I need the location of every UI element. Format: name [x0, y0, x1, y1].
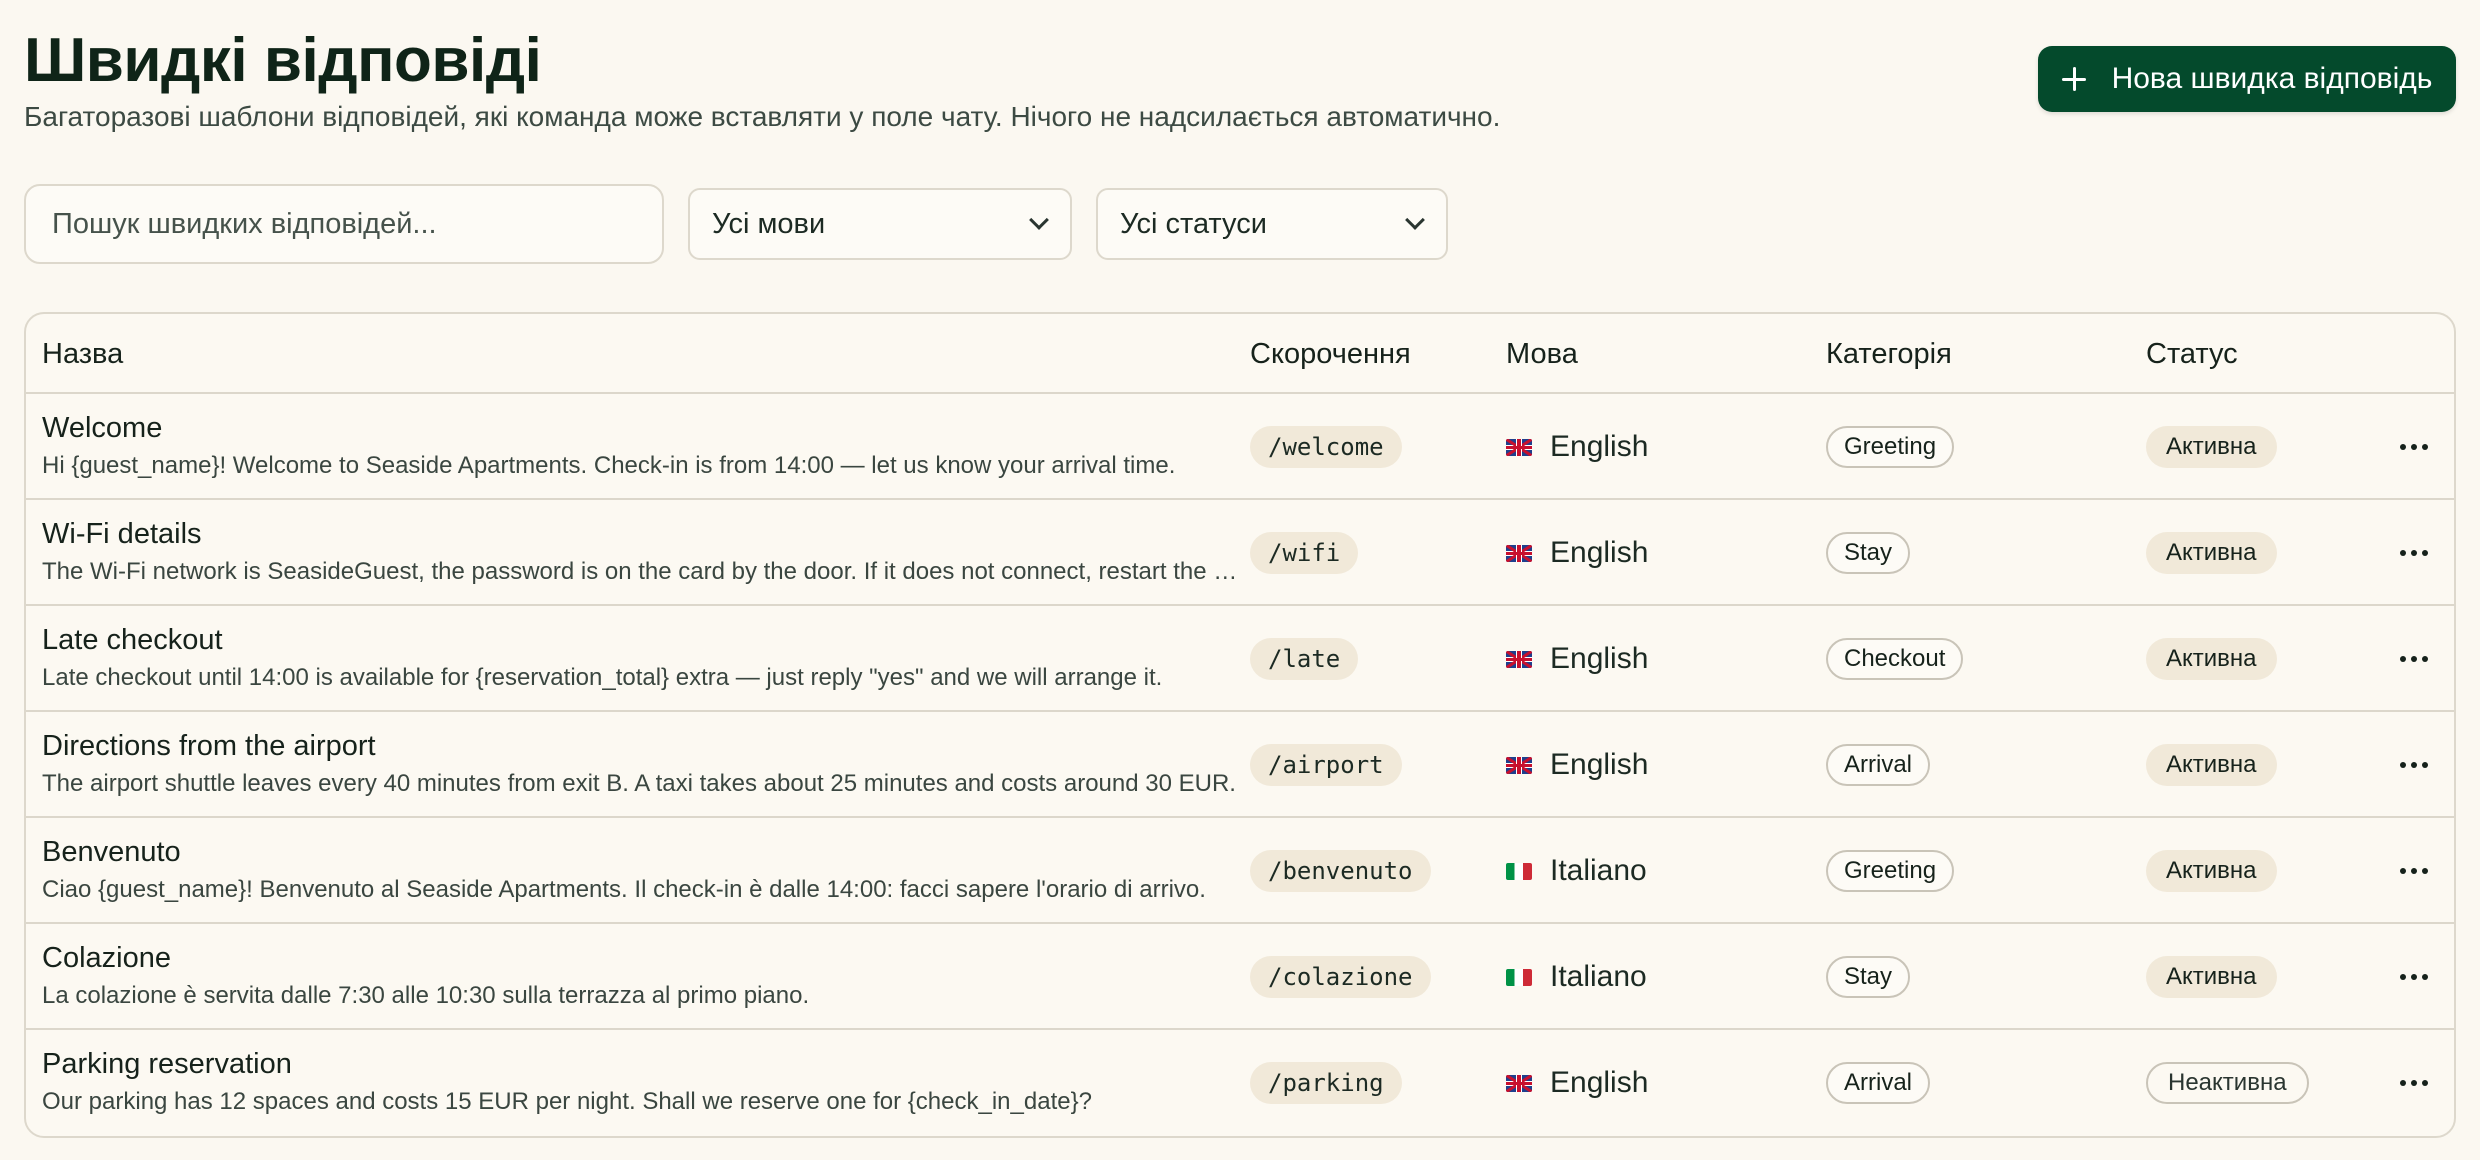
shortcut-code: /parking: [1250, 1062, 1402, 1104]
table-row[interactable]: Benvenuto Ciao {guest_name}! Benvenuto a…: [26, 818, 2454, 924]
reply-name: Colazione: [42, 942, 171, 974]
status-badge: Неактивна: [2146, 1062, 2309, 1104]
reply-preview: The airport shuttle leaves every 40 minu…: [42, 770, 1236, 797]
reply-preview: The Wi-Fi network is SeasideGuest, the p…: [42, 558, 1242, 585]
it-flag-icon: [1506, 862, 1532, 880]
reply-preview: La colazione è servita dalle 7:30 alle 1…: [42, 982, 810, 1009]
it-flag-icon: [1506, 968, 1532, 986]
language-filter-value: Усі мови: [712, 207, 826, 240]
uk-flag-icon: [1506, 1074, 1532, 1092]
search-input[interactable]: [52, 207, 662, 241]
more-actions-icon[interactable]: [2394, 856, 2434, 886]
new-quick-reply-button[interactable]: Нова швидка відповідь: [2038, 46, 2456, 112]
table-row[interactable]: Parking reservation Our parking has 12 s…: [26, 1030, 2454, 1136]
chevron-down-icon: [1029, 210, 1049, 230]
language-label: English: [1550, 1066, 1649, 1099]
reply-preview: Hi {guest_name}! Welcome to Seaside Apar…: [42, 452, 1176, 479]
language-label: English: [1550, 430, 1649, 463]
status-badge: Активна: [2146, 638, 2277, 680]
more-actions-icon[interactable]: [2394, 538, 2434, 568]
page-title: Швидкі відповіді: [24, 26, 542, 95]
reply-preview: Ciao {guest_name}! Benvenuto al Seaside …: [42, 876, 1206, 903]
language-cell: English: [1506, 634, 1648, 684]
uk-flag-icon: [1506, 756, 1532, 774]
status-filter-select[interactable]: Усі статуси: [1096, 188, 1448, 260]
language-cell: English: [1506, 528, 1648, 578]
plus-icon: [2061, 67, 2086, 91]
table-row[interactable]: Wi-Fi details The Wi-Fi network is Seasi…: [26, 500, 2454, 606]
category-badge: Greeting: [1826, 850, 1955, 892]
column-header-shortcut: Скорочення: [1250, 338, 1411, 370]
reply-name: Benvenuto: [42, 836, 181, 868]
language-label: English: [1550, 642, 1649, 675]
category-badge: Stay: [1826, 532, 1911, 574]
shortcut-code: /late: [1250, 638, 1359, 680]
status-badge: Активна: [2146, 532, 2277, 574]
status-badge: Активна: [2146, 426, 2277, 468]
category-badge: Arrival: [1826, 1062, 1931, 1104]
language-label: Italiano: [1550, 960, 1647, 993]
language-cell: English: [1506, 1058, 1648, 1108]
more-actions-icon[interactable]: [2394, 644, 2434, 674]
language-cell: Italiano: [1506, 846, 1647, 896]
more-actions-icon[interactable]: [2394, 1068, 2434, 1098]
category-badge: Greeting: [1826, 426, 1955, 468]
filter-bar: Усі мови Усі статуси: [24, 184, 2456, 278]
language-cell: Italiano: [1506, 952, 1647, 1002]
table-row[interactable]: Directions from the airport The airport …: [26, 712, 2454, 818]
language-label: English: [1550, 748, 1649, 781]
shortcut-code: /benvenuto: [1250, 850, 1431, 892]
new-quick-reply-label: Нова швидка відповідь: [2111, 62, 2433, 95]
shortcut-code: /wifi: [1250, 532, 1359, 574]
language-cell: English: [1506, 740, 1648, 790]
shortcut-code: /airport: [1250, 744, 1402, 786]
table-header: Назва Скорочення Мова Категорія Статус: [26, 314, 2454, 394]
uk-flag-icon: [1506, 544, 1532, 562]
reply-name: Welcome: [42, 412, 163, 444]
page-subtitle: Багаторазові шаблони відповідей, які ком…: [24, 101, 1501, 132]
reply-name: Wi-Fi details: [42, 518, 202, 550]
table-row[interactable]: Colazione La colazione è servita dalle 7…: [26, 924, 2454, 1030]
reply-name: Late checkout: [42, 624, 223, 656]
uk-flag-icon: [1506, 650, 1532, 668]
uk-flag-icon: [1506, 438, 1532, 456]
quick-replies-page: Швидкі відповіді Багаторазові шаблони ві…: [24, 0, 2456, 1138]
category-badge: Stay: [1826, 956, 1911, 998]
language-cell: English: [1506, 422, 1648, 472]
status-badge: Активна: [2146, 956, 2277, 998]
status-badge: Активна: [2146, 744, 2277, 786]
chevron-down-icon: [1405, 210, 1425, 230]
reply-name: Directions from the airport: [42, 730, 376, 762]
page-header: Швидкі відповіді Багаторазові шаблони ві…: [24, 0, 2456, 170]
reply-preview: Late checkout until 14:00 is available f…: [42, 664, 1163, 691]
search-field[interactable]: [24, 184, 664, 264]
more-actions-icon[interactable]: [2394, 962, 2434, 992]
status-filter-value: Усі статуси: [1120, 207, 1267, 240]
more-actions-icon[interactable]: [2394, 750, 2434, 780]
column-header-language: Мова: [1506, 338, 1578, 370]
category-badge: Arrival: [1826, 744, 1931, 786]
shortcut-code: /welcome: [1250, 426, 1402, 468]
reply-name: Parking reservation: [42, 1048, 292, 1080]
quick-replies-table: Назва Скорочення Мова Категорія Статус W…: [24, 312, 2456, 1138]
table-row[interactable]: Late checkout Late checkout until 14:00 …: [26, 606, 2454, 712]
language-label: English: [1550, 536, 1649, 569]
table-body: Welcome Hi {guest_name}! Welcome to Seas…: [26, 394, 2454, 1136]
status-badge: Активна: [2146, 850, 2277, 892]
category-badge: Checkout: [1826, 638, 1964, 680]
column-header-status: Статус: [2146, 338, 2238, 370]
column-header-category: Категорія: [1826, 338, 1952, 370]
table-row[interactable]: Welcome Hi {guest_name}! Welcome to Seas…: [26, 394, 2454, 500]
column-header-name: Назва: [42, 338, 124, 370]
language-label: Italiano: [1550, 854, 1647, 887]
language-filter-select[interactable]: Усі мови: [688, 188, 1072, 260]
shortcut-code: /colazione: [1250, 956, 1431, 998]
reply-preview: Our parking has 12 spaces and costs 15 E…: [42, 1088, 1092, 1115]
more-actions-icon[interactable]: [2394, 432, 2434, 462]
